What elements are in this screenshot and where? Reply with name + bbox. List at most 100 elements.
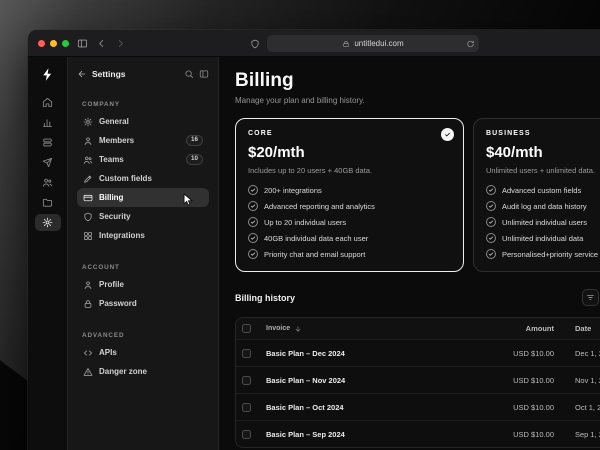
feature-text: Up to 20 individual users xyxy=(264,217,347,227)
invoice-cell: Basic Plan – Sep 2024 xyxy=(266,430,484,439)
row-checkbox[interactable] xyxy=(242,348,251,358)
user-icon xyxy=(83,280,93,290)
table-row[interactable]: Basic Plan – Oct 2024 USD $10.00 Oct 1, … xyxy=(236,393,600,420)
sidebar-item-label: Danger zone xyxy=(99,367,148,376)
plan-name: CORE xyxy=(248,130,273,137)
rail-item-users[interactable] xyxy=(35,174,61,191)
browser-window: untitledui.com Settings COMPANY General … xyxy=(28,30,600,450)
back-navigation-icon[interactable] xyxy=(96,38,107,49)
invoice-name: Basic Plan – Sep 2024 xyxy=(266,429,345,439)
table-row[interactable]: Basic Plan – Dec 2024 USD $10.00 Dec 1, … xyxy=(236,339,600,366)
browser-sidebar-toggle-icon[interactable] xyxy=(77,38,88,49)
table-header-row: Invoice Amount Date xyxy=(236,318,600,339)
sidebar-item-label: Custom fields xyxy=(99,174,152,183)
feature-text: Audit log and data history xyxy=(502,201,587,211)
refresh-icon[interactable] xyxy=(466,39,475,48)
plan-feature: Unlimited individual users xyxy=(486,217,600,227)
sidebar-section: ACCOUNT Profile Password xyxy=(77,264,209,313)
feature-text: Advanced custom fields xyxy=(502,185,582,195)
browser-titlebar: untitledui.com xyxy=(28,30,600,57)
plan-card-core[interactable]: CORE $20/mth Includes up to 20 users + 4… xyxy=(235,118,464,272)
sidebar-item-label: Password xyxy=(99,299,137,308)
item-count-badge: 16 xyxy=(185,134,203,147)
privacy-shield-icon[interactable] xyxy=(250,39,260,49)
check-circle-icon xyxy=(486,249,496,259)
sort-descending-icon[interactable] xyxy=(294,325,302,333)
sidebar-item-apis[interactable]: APIs xyxy=(77,343,209,362)
billing-page: Billing Manage your plan and billing his… xyxy=(219,57,600,450)
feature-list: Advanced custom fields Audit log and dat… xyxy=(486,185,600,259)
home-icon xyxy=(42,97,53,108)
forward-navigation-icon[interactable] xyxy=(115,38,126,49)
amount-cell: USD $10.00 xyxy=(513,348,554,358)
app-body: Settings COMPANY General Members 16 Team… xyxy=(28,57,600,450)
rail-item-layers[interactable] xyxy=(35,134,61,151)
settings-sidebar: Settings COMPANY General Members 16 Team… xyxy=(68,57,219,450)
icon-rail xyxy=(28,57,68,450)
address-bar-area: untitledui.com xyxy=(250,30,479,57)
rail-item-home[interactable] xyxy=(35,94,61,111)
close-window-button[interactable] xyxy=(38,39,45,47)
shield-icon xyxy=(83,212,93,222)
sidebar-item-custom-fields[interactable]: Custom fields xyxy=(77,169,209,188)
page-subtitle: Manage your plan and billing history. xyxy=(235,96,365,105)
sidebar-item-integrations[interactable]: Integrations xyxy=(77,226,209,245)
back-arrow-icon[interactable] xyxy=(77,69,87,79)
feature-text: 200+ integrations xyxy=(264,185,322,195)
window-controls xyxy=(38,39,69,47)
check-circle-icon xyxy=(248,233,258,243)
sidebar-item-teams[interactable]: Teams 10 xyxy=(77,150,209,169)
row-checkbox[interactable] xyxy=(242,375,251,385)
alert-icon xyxy=(83,367,93,377)
feature-text: Unlimited individual data xyxy=(502,233,584,243)
date-cell: Oct 1, 2024 xyxy=(575,402,600,412)
plan-cards: CORE $20/mth Includes up to 20 users + 4… xyxy=(235,118,600,272)
invoice-name: Basic Plan – Dec 2024 xyxy=(266,348,345,358)
sidebar-item-members[interactable]: Members 16 xyxy=(77,131,209,150)
sidebar-header: Settings xyxy=(77,66,209,82)
row-checkbox[interactable] xyxy=(242,429,251,439)
plan-description: Unlimited users + unlimited data. xyxy=(486,166,596,175)
plan-feature: Unlimited individual data xyxy=(486,233,600,243)
plan-card-business[interactable]: BUSINESS $40/mth Unlimited users + unlim… xyxy=(473,118,600,272)
select-all-checkbox[interactable] xyxy=(242,324,251,333)
invoice-cell: Basic Plan – Oct 2024 xyxy=(266,403,484,412)
collapse-sidebar-icon[interactable] xyxy=(199,69,209,79)
item-count-badge: 10 xyxy=(185,153,203,166)
filter-icon xyxy=(586,293,595,302)
zoom-window-button[interactable] xyxy=(62,39,69,47)
users-icon xyxy=(42,177,53,188)
invoice-cell: Basic Plan – Nov 2024 xyxy=(266,376,484,385)
table-row[interactable]: Basic Plan – Nov 2024 USD $10.00 Nov 1, … xyxy=(236,366,600,393)
plan-description: Includes up to 20 users + 40GB data. xyxy=(248,166,373,175)
sidebar-item-label: Profile xyxy=(99,280,124,289)
date-column-header: Date xyxy=(575,324,592,333)
invoice-column-header[interactable]: Invoice xyxy=(266,325,290,332)
sidebar-item-danger-zone[interactable]: Danger zone xyxy=(77,362,209,381)
plan-name: BUSINESS xyxy=(486,130,531,137)
gear-icon xyxy=(83,117,93,127)
rail-item-chart[interactable] xyxy=(35,114,61,131)
rail-item-gear[interactable] xyxy=(34,214,61,231)
minimize-window-button[interactable] xyxy=(50,39,57,47)
plan-feature: Advanced custom fields xyxy=(486,185,600,195)
rail-item-send[interactable] xyxy=(35,154,61,171)
table-row[interactable]: Basic Plan – Sep 2024 USD $10.00 Sep 1, … xyxy=(236,420,600,447)
app-logo[interactable] xyxy=(38,64,58,84)
sidebar-item-general[interactable]: General xyxy=(77,112,209,131)
check-circle-icon xyxy=(486,217,496,227)
rail-item-folder[interactable] xyxy=(35,194,61,211)
filter-button[interactable] xyxy=(582,289,599,306)
card-icon xyxy=(83,193,93,203)
gear-icon xyxy=(42,217,53,228)
amount-cell: USD $10.00 xyxy=(513,402,554,412)
sidebar-title[interactable]: Settings xyxy=(92,69,126,79)
row-checkbox[interactable] xyxy=(242,402,251,412)
sidebar-item-profile[interactable]: Profile xyxy=(77,275,209,294)
check-circle-icon xyxy=(486,185,496,195)
sidebar-item-security[interactable]: Security xyxy=(77,207,209,226)
mouse-cursor xyxy=(183,193,193,206)
search-icon[interactable] xyxy=(184,69,194,79)
address-bar[interactable]: untitledui.com xyxy=(267,35,479,52)
sidebar-item-password[interactable]: Password xyxy=(77,294,209,313)
